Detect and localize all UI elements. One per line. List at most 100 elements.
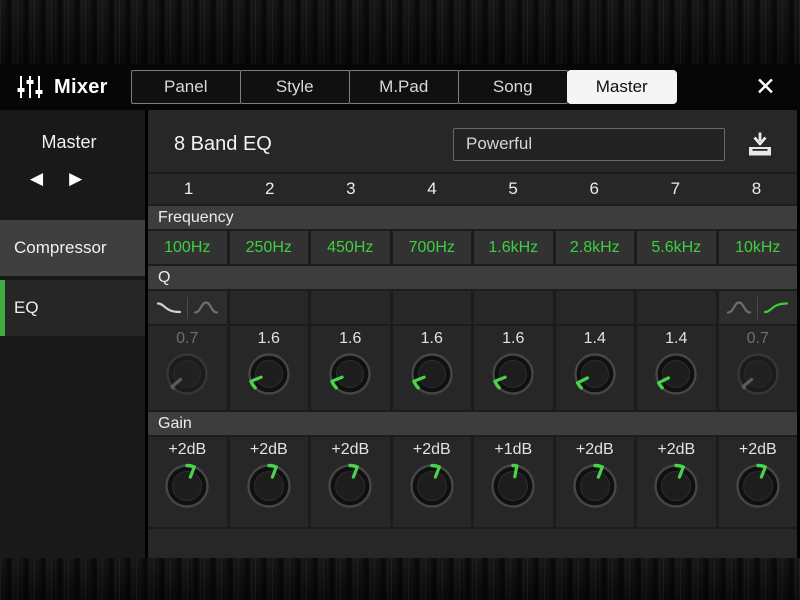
prev-arrow-button[interactable]: ◀ — [30, 169, 43, 189]
frequency-value[interactable]: 5.6kHz — [637, 231, 716, 264]
frequency-value[interactable]: 450Hz — [311, 231, 390, 264]
gain-header: Gain — [148, 412, 797, 435]
tab-master[interactable]: Master — [566, 70, 677, 104]
gain-value: +2dB — [331, 441, 370, 458]
q-knob[interactable] — [409, 351, 455, 397]
gain-cell: +2dB — [555, 437, 634, 527]
q-cell: 1.6 — [229, 326, 308, 410]
q-value: 1.6 — [257, 330, 280, 347]
gain-value: +2dB — [657, 441, 696, 458]
channel-number: 6 — [589, 179, 599, 198]
gain-knob[interactable] — [245, 462, 293, 510]
channel-number: 1 — [183, 179, 194, 198]
frequency-value[interactable]: 2.8kHz — [555, 231, 634, 264]
frequency-value[interactable]: 250Hz — [229, 231, 308, 264]
gain-knob[interactable] — [652, 462, 700, 510]
page-title: Mixer — [54, 75, 108, 98]
frequency-value[interactable]: 700Hz — [392, 231, 471, 264]
frequency-value[interactable]: 10kHz — [718, 231, 797, 264]
channel-number: 7 — [670, 179, 681, 198]
frequency-value[interactable]: 1.6kHz — [474, 231, 553, 264]
top-bezel — [0, 0, 800, 64]
sidebar-item-compressor[interactable]: Compressor — [0, 220, 145, 276]
q-knob[interactable] — [327, 351, 373, 397]
gain-row: +2dB +2dB +2dB +2dB +1dB +2dB +2dB +2dB — [148, 437, 797, 527]
sidebar-title: Master — [41, 132, 97, 152]
sidebar-header: Master ◀ ▶ — [0, 110, 145, 220]
tab-song[interactable]: Song — [457, 70, 568, 104]
q-knob[interactable] — [490, 351, 536, 397]
filter-type-cell — [555, 291, 634, 324]
frequency-value[interactable]: 100Hz — [148, 231, 227, 264]
filter-type-cell — [392, 291, 471, 324]
gain-value: +2dB — [575, 441, 614, 458]
channel-number: 3 — [346, 179, 356, 198]
gain-knob[interactable] — [734, 462, 782, 510]
gain-cell: +2dB — [718, 437, 797, 527]
panel-filler — [148, 529, 797, 558]
filter-type-cell — [229, 291, 308, 324]
q-knob[interactable] — [572, 351, 618, 397]
gain-value: +2dB — [412, 441, 451, 458]
gain-value: +2dB — [738, 441, 777, 458]
peak-icon[interactable] — [726, 299, 752, 316]
close-button[interactable]: ✕ — [745, 74, 786, 100]
peak-icon[interactable] — [193, 299, 219, 316]
q-knob — [735, 351, 781, 397]
preset-field[interactable]: Powerful — [453, 127, 725, 161]
gain-knob[interactable] — [408, 462, 456, 510]
q-value: 1.6 — [502, 330, 525, 347]
q-cell: 1.6 — [311, 326, 390, 410]
q-value: 1.4 — [583, 330, 606, 347]
filter-type-row — [148, 291, 797, 324]
gain-knob[interactable] — [326, 462, 374, 510]
eq-title: 8 Band EQ — [174, 132, 272, 155]
eq-panel: 8 Band EQ Powerful 1 2 3 4 5 6 7 8 Frequency 10… — [148, 110, 797, 558]
filter-icon-divider — [186, 296, 188, 319]
gain-value: +1dB — [494, 441, 533, 458]
gain-value: +2dB — [168, 441, 207, 458]
q-knob — [164, 351, 210, 397]
gain-cell: +2dB — [311, 437, 390, 527]
filter-icon-divider — [757, 296, 759, 319]
sidebar-pager: ◀ ▶ — [0, 169, 145, 189]
q-knob[interactable] — [246, 351, 292, 397]
q-row: 0.7 1.6 1.6 1.6 1.6 1.4 1.4 0.7 — [148, 326, 797, 410]
gain-cell: +2dB — [392, 437, 471, 527]
content: Master ◀ ▶ Compressor EQ 8 Band EQ Powerf… — [0, 110, 800, 558]
q-knob[interactable] — [653, 351, 699, 397]
gain-knob[interactable] — [571, 462, 619, 510]
gain-knob[interactable] — [163, 462, 211, 510]
tab-style[interactable]: Style — [239, 70, 350, 104]
filter-type-cell — [474, 291, 553, 324]
gain-cell: +2dB — [229, 437, 308, 527]
mixer-icon — [16, 74, 44, 100]
filter-type-cell — [311, 291, 390, 324]
q-value: 1.4 — [665, 330, 688, 347]
channel-number: 4 — [427, 179, 437, 198]
filter-type-cell[interactable] — [718, 291, 797, 324]
q-cell: 1.6 — [474, 326, 553, 410]
low-shelf-icon[interactable] — [156, 299, 182, 316]
q-cell: 1.4 — [637, 326, 716, 410]
q-cell: 1.4 — [555, 326, 634, 410]
gain-value: +2dB — [249, 441, 288, 458]
filter-type-cell[interactable] — [148, 291, 227, 324]
sidebar-item-eq[interactable]: EQ — [0, 280, 145, 336]
tab-bar: Panel Style M.Pad Song Master — [130, 70, 677, 104]
tab-mpad[interactable]: M.Pad — [348, 70, 459, 104]
high-shelf-icon[interactable] — [763, 299, 789, 316]
save-button[interactable] — [745, 131, 775, 158]
channel-number: 8 — [751, 179, 762, 198]
q-header: Q — [148, 266, 797, 289]
frequency-header: Frequency — [148, 206, 797, 229]
channel-number: 5 — [508, 179, 518, 198]
sidebar: Master ◀ ▶ Compressor EQ — [0, 110, 145, 558]
next-arrow-button[interactable]: ▶ — [69, 169, 82, 189]
tab-panel[interactable]: Panel — [130, 70, 241, 104]
gain-cell: +2dB — [148, 437, 227, 527]
filter-type-cell — [637, 291, 716, 324]
sidebar-items: Compressor EQ — [0, 220, 145, 340]
gain-knob[interactable] — [489, 462, 537, 510]
q-value: 0.7 — [746, 330, 769, 347]
